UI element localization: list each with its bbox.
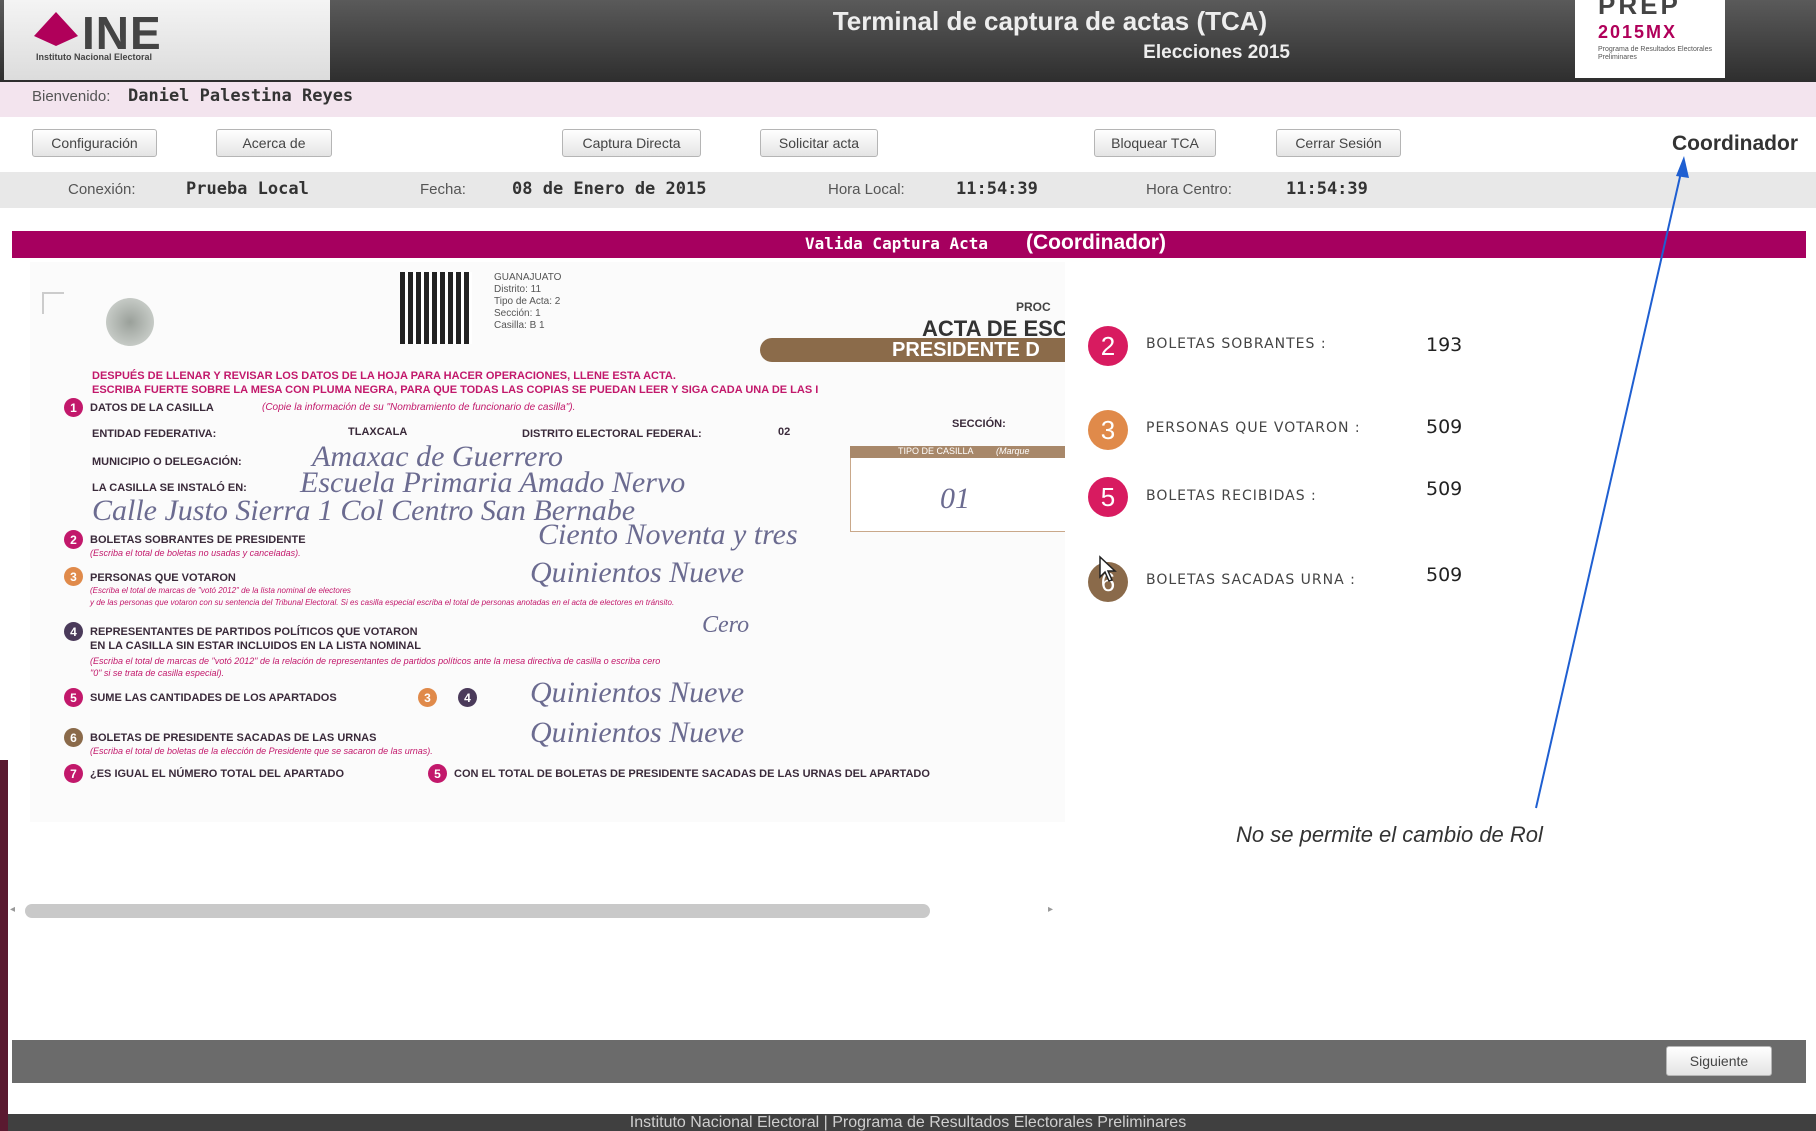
annotation-arrow [1535, 156, 1689, 809]
footer-text: Instituto Nacional Electoral | Programa … [629, 1114, 1187, 1131]
left-edge-strip [0, 760, 8, 1131]
annotation-text: No se permite el cambio de Rol [1236, 822, 1543, 847]
bottom-bar [12, 1040, 1806, 1083]
siguiente-button[interactable]: Siguiente [1666, 1046, 1772, 1076]
